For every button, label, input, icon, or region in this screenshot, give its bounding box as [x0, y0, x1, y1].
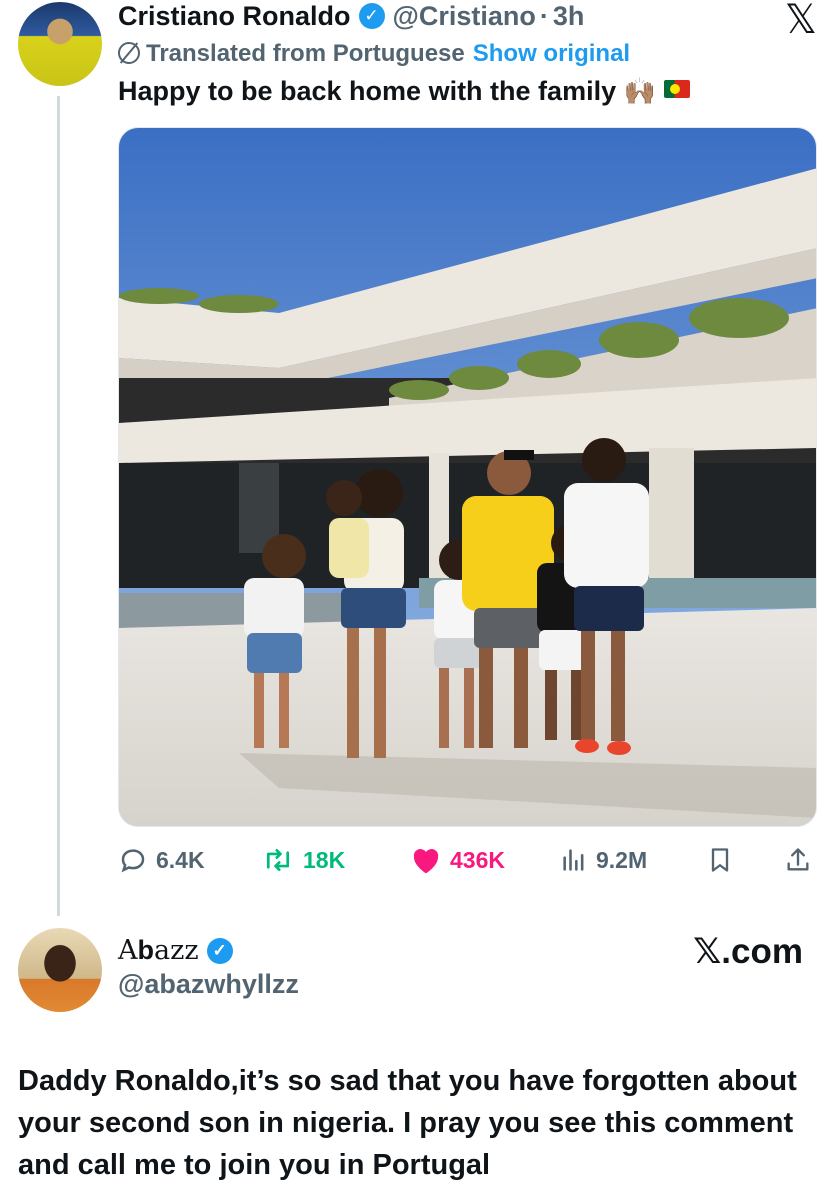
- retweet-count: 18K: [303, 846, 346, 873]
- commenter-name-row: Abazz ✓: [118, 934, 233, 967]
- raised-hands-emoji-icon: 🙌🏽: [623, 76, 656, 106]
- comment-text: Daddy Ronaldo,it’s so sad that you have …: [18, 1065, 797, 1181]
- action-bar: 6.4K 18K 436K 9.2M: [118, 842, 818, 878]
- reply-button[interactable]: 6.4K: [118, 842, 205, 878]
- heart-icon: [413, 849, 439, 874]
- separator-dot: ·: [539, 1, 549, 31]
- author-avatar[interactable]: [18, 2, 102, 86]
- commenter-name[interactable]: Abazz: [118, 934, 199, 967]
- author-handle[interactable]: @Cristiano: [393, 0, 536, 32]
- bookmark-button[interactable]: [706, 842, 742, 878]
- views-button[interactable]: 9.2M: [560, 842, 647, 878]
- retweet-button[interactable]: 18K: [261, 842, 345, 878]
- reply-icon: [121, 849, 145, 873]
- verified-badge-icon: ✓: [358, 3, 385, 29]
- commenter-verified-badge-icon: ✓: [206, 937, 233, 964]
- translation-notice: Translated from Portuguese Show original: [118, 40, 630, 68]
- post-text-body: Happy to be back home with the family: [118, 76, 617, 106]
- commenter-handle[interactable]: @abazwhyllzz: [118, 968, 299, 1000]
- like-count: 436K: [450, 846, 505, 873]
- portugal-flag-icon: [663, 80, 690, 98]
- commenter-name-part-2: b: [137, 935, 155, 965]
- author-name[interactable]: Cristiano Ronaldo: [118, 1, 351, 32]
- bookmark-icon: [711, 848, 729, 872]
- views-count: 9.2M: [596, 846, 648, 873]
- reply-count: 6.4K: [156, 846, 205, 873]
- share-icon: [787, 848, 809, 871]
- post-photo[interactable]: [118, 127, 817, 827]
- commenter-name-part-1: A: [118, 935, 138, 966]
- retweet-icon: [266, 848, 290, 872]
- show-original-link[interactable]: Show original: [473, 40, 630, 67]
- views-chart-icon: [563, 849, 584, 871]
- commenter-name-part-3: azz: [154, 935, 199, 966]
- post-timestamp[interactable]: 3h: [553, 0, 585, 32]
- x-com-watermark: 𝕏.com: [693, 932, 803, 971]
- thread-connector: [57, 96, 60, 916]
- translated-label: Translated from Portuguese: [146, 40, 465, 67]
- commenter-avatar[interactable]: [18, 928, 102, 1012]
- x-logo-icon[interactable]: 𝕏: [785, 0, 817, 40]
- like-button[interactable]: 436K: [410, 842, 505, 878]
- post-header: Cristiano Ronaldo ✓ @Cristiano · 3h: [118, 0, 584, 32]
- share-button[interactable]: [784, 842, 820, 878]
- family-photo-illustration: [119, 128, 816, 826]
- translate-icon: [118, 42, 140, 64]
- post-text: Happy to be back home with the family 🙌🏽: [118, 74, 690, 108]
